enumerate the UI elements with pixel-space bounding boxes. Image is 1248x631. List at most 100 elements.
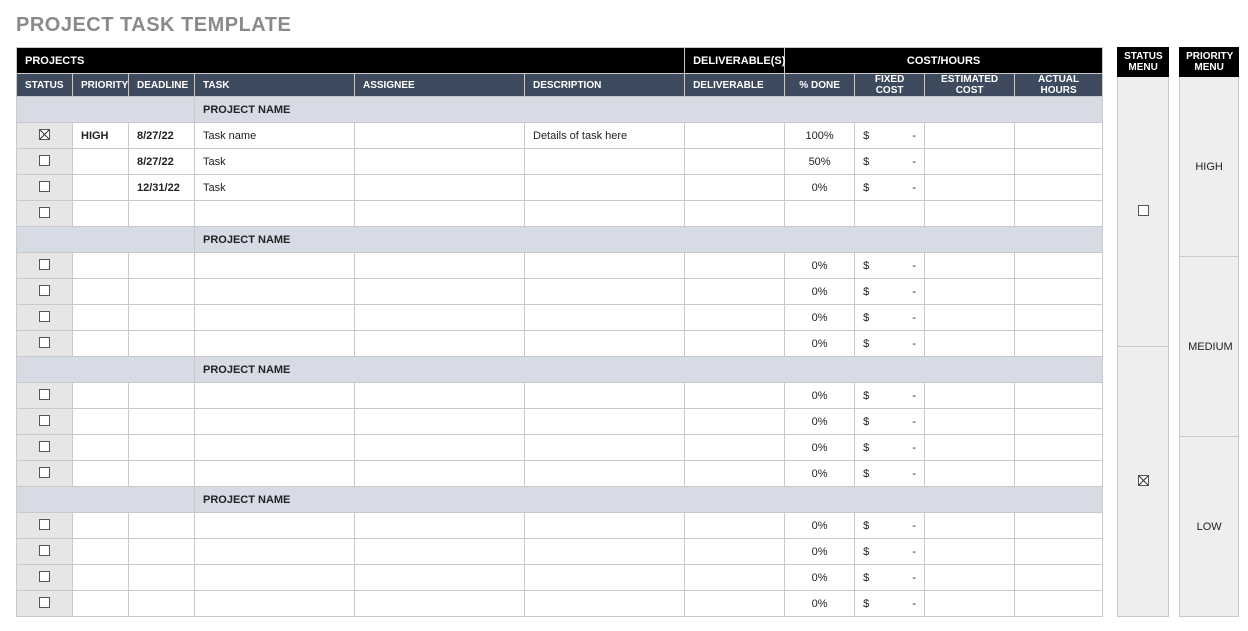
assignee-cell[interactable]	[355, 565, 525, 591]
assignee-cell[interactable]	[355, 383, 525, 409]
actual-hours-cell[interactable]	[1015, 383, 1103, 409]
status-menu-item[interactable]	[1118, 77, 1169, 347]
percent-done-cell[interactable]: 0%	[785, 253, 855, 279]
task-cell[interactable]	[195, 513, 355, 539]
status-cell[interactable]	[17, 123, 73, 149]
task-cell[interactable]	[195, 383, 355, 409]
status-cell[interactable]	[17, 513, 73, 539]
description-cell[interactable]	[525, 591, 685, 617]
status-cell[interactable]	[17, 565, 73, 591]
deadline-cell[interactable]: 8/27/22	[129, 149, 195, 175]
deliverable-cell[interactable]	[685, 331, 785, 357]
priority-cell[interactable]	[73, 383, 129, 409]
deadline-cell[interactable]	[129, 513, 195, 539]
deadline-cell[interactable]	[129, 253, 195, 279]
priority-cell[interactable]	[73, 201, 129, 227]
percent-done-cell[interactable]: 100%	[785, 123, 855, 149]
status-checkbox-icon[interactable]	[39, 207, 50, 218]
deliverable-cell[interactable]	[685, 305, 785, 331]
priority-cell[interactable]	[73, 279, 129, 305]
task-cell[interactable]	[195, 591, 355, 617]
status-menu-item[interactable]	[1118, 347, 1169, 617]
status-checkbox-icon[interactable]	[39, 155, 50, 166]
fixed-cost-cell[interactable]: $-	[855, 513, 925, 539]
fixed-cost-cell[interactable]: $-	[855, 539, 925, 565]
percent-done-cell[interactable]: 0%	[785, 279, 855, 305]
estimated-cost-cell[interactable]	[925, 513, 1015, 539]
status-checkbox-icon[interactable]	[39, 259, 50, 270]
status-cell[interactable]	[17, 305, 73, 331]
estimated-cost-cell[interactable]	[925, 305, 1015, 331]
fixed-cost-cell[interactable]: $-	[855, 279, 925, 305]
deadline-cell[interactable]	[129, 435, 195, 461]
status-checkbox-icon[interactable]	[39, 129, 50, 140]
assignee-cell[interactable]	[355, 461, 525, 487]
actual-hours-cell[interactable]	[1015, 591, 1103, 617]
actual-hours-cell[interactable]	[1015, 175, 1103, 201]
status-cell[interactable]	[17, 175, 73, 201]
percent-done-cell[interactable]: 0%	[785, 383, 855, 409]
actual-hours-cell[interactable]	[1015, 461, 1103, 487]
fixed-cost-cell[interactable]	[855, 201, 925, 227]
fixed-cost-cell[interactable]: $-	[855, 331, 925, 357]
description-cell[interactable]	[525, 331, 685, 357]
estimated-cost-cell[interactable]	[925, 201, 1015, 227]
status-checkbox-icon[interactable]	[39, 519, 50, 530]
description-cell[interactable]	[525, 253, 685, 279]
assignee-cell[interactable]	[355, 513, 525, 539]
status-checkbox-icon[interactable]	[39, 467, 50, 478]
percent-done-cell[interactable]: 0%	[785, 175, 855, 201]
actual-hours-cell[interactable]	[1015, 539, 1103, 565]
fixed-cost-cell[interactable]: $-	[855, 149, 925, 175]
task-cell[interactable]: Task name	[195, 123, 355, 149]
priority-cell[interactable]	[73, 253, 129, 279]
actual-hours-cell[interactable]	[1015, 123, 1103, 149]
description-cell[interactable]	[525, 539, 685, 565]
estimated-cost-cell[interactable]	[925, 149, 1015, 175]
task-cell[interactable]	[195, 539, 355, 565]
priority-menu-item[interactable]: HIGH	[1180, 77, 1239, 257]
priority-cell[interactable]	[73, 175, 129, 201]
percent-done-cell[interactable]: 0%	[785, 331, 855, 357]
status-checkbox-icon[interactable]	[39, 571, 50, 582]
fixed-cost-cell[interactable]: $-	[855, 305, 925, 331]
status-checkbox-icon[interactable]	[39, 597, 50, 608]
estimated-cost-cell[interactable]	[925, 591, 1015, 617]
actual-hours-cell[interactable]	[1015, 279, 1103, 305]
assignee-cell[interactable]	[355, 175, 525, 201]
description-cell[interactable]	[525, 279, 685, 305]
status-checkbox-icon[interactable]	[39, 415, 50, 426]
deadline-cell[interactable]	[129, 461, 195, 487]
percent-done-cell[interactable]: 0%	[785, 461, 855, 487]
description-cell[interactable]	[525, 461, 685, 487]
deliverable-cell[interactable]	[685, 461, 785, 487]
task-cell[interactable]	[195, 409, 355, 435]
status-cell[interactable]	[17, 331, 73, 357]
status-checkbox-icon[interactable]	[39, 389, 50, 400]
status-checkbox-icon[interactable]	[39, 285, 50, 296]
assignee-cell[interactable]	[355, 201, 525, 227]
priority-cell[interactable]	[73, 461, 129, 487]
status-cell[interactable]	[17, 539, 73, 565]
status-cell[interactable]	[17, 591, 73, 617]
description-cell[interactable]	[525, 305, 685, 331]
status-checkbox-icon[interactable]	[39, 337, 50, 348]
priority-cell[interactable]	[73, 565, 129, 591]
status-cell[interactable]	[17, 409, 73, 435]
deliverable-cell[interactable]	[685, 149, 785, 175]
actual-hours-cell[interactable]	[1015, 253, 1103, 279]
project-name-cell[interactable]: PROJECT NAME	[195, 487, 1103, 513]
fixed-cost-cell[interactable]: $-	[855, 253, 925, 279]
priority-cell[interactable]	[73, 539, 129, 565]
fixed-cost-cell[interactable]: $-	[855, 123, 925, 149]
assignee-cell[interactable]	[355, 305, 525, 331]
assignee-cell[interactable]	[355, 435, 525, 461]
status-cell[interactable]	[17, 461, 73, 487]
deliverable-cell[interactable]	[685, 539, 785, 565]
percent-done-cell[interactable]: 50%	[785, 149, 855, 175]
status-checkbox-icon[interactable]	[39, 181, 50, 192]
priority-cell[interactable]	[73, 149, 129, 175]
percent-done-cell[interactable]	[785, 201, 855, 227]
status-cell[interactable]	[17, 383, 73, 409]
percent-done-cell[interactable]: 0%	[785, 591, 855, 617]
